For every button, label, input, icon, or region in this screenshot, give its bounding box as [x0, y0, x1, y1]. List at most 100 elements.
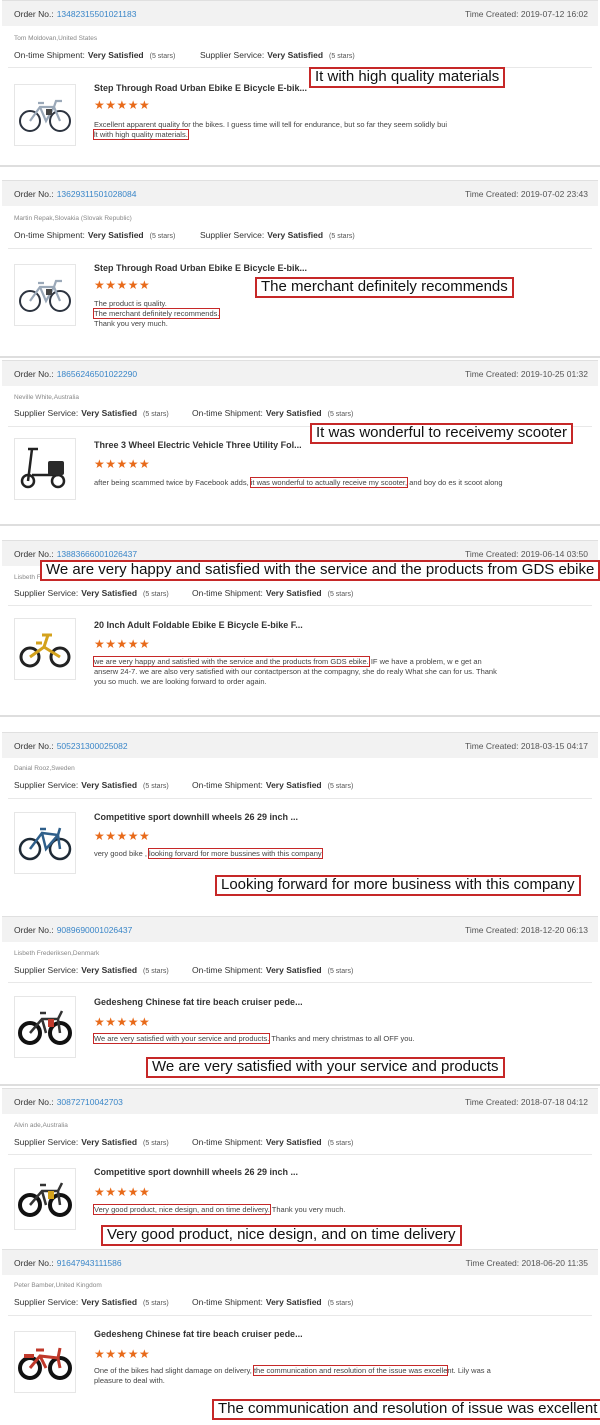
highlighted-text: looking forvard for more bussines with t… — [148, 848, 323, 859]
cruiser-bike-icon — [18, 1347, 72, 1380]
highlighted-text: Very good product, nice design, and on t… — [93, 1204, 271, 1215]
highlighted-text: The merchant definitely recommends. — [92, 308, 221, 319]
card-separator — [0, 165, 600, 167]
bicycle-icon — [19, 99, 71, 132]
order-number-link[interactable]: 13482315501021183 — [57, 9, 137, 19]
review-comment: We are very satisfied with your service … — [92, 1033, 415, 1044]
review-comment: after being scammed twice by Facebook ad… — [94, 477, 503, 488]
card-separator — [0, 524, 600, 526]
star-rating: ★★★★★ — [94, 98, 151, 112]
product-title-link[interactable]: Step Through Road Urban Ebike E Bicycle … — [94, 83, 307, 93]
time-created-label: Time Created: — [464, 741, 519, 751]
supplier-service-rating: Supplier Service: Very Satisfied (5 stars) — [14, 1137, 169, 1147]
product-thumbnail[interactable] — [14, 1331, 76, 1393]
highlighted-text: the communication and resolution of the … — [252, 1365, 449, 1376]
review-comment: One of the bikes had slight damage on de… — [94, 1365, 491, 1385]
divider — [8, 1315, 592, 1316]
review-card: Order No.: 9089690001026437 Time Created:… — [0, 916, 600, 1086]
review-comment: The product is quality. The merchant defi… — [92, 299, 221, 328]
product-title-link[interactable]: Competitive sport downhill wheels 26 29 … — [94, 812, 298, 822]
bicycle-icon — [19, 279, 71, 312]
order-header: Order No.: 9089690001026437 Time Created:… — [2, 916, 598, 942]
order-no-label: Order No.: — [14, 9, 54, 19]
supplier-service-rating: Supplier Service: Very Satisfied (5 stars) — [14, 780, 169, 790]
supplier-service-rating: Supplier Service: Very Satisfied (5 stars) — [14, 965, 169, 975]
scooter-icon — [20, 447, 66, 489]
product-thumbnail[interactable] — [14, 1168, 76, 1230]
reviewer-name: Neville White,Australia — [14, 394, 80, 401]
review-comment: Excellent apparent quality for the bikes… — [93, 120, 448, 140]
product-thumbnail[interactable] — [14, 996, 76, 1058]
callout-box: We are very satisfied with your service … — [146, 1057, 505, 1078]
order-no-label: Order No.: — [14, 189, 54, 199]
reviewer-name: Lisbeth Frederiksen,Denmark — [14, 950, 100, 957]
order-number-link[interactable]: 505231300025082 — [57, 741, 128, 751]
product-thumbnail[interactable] — [14, 618, 76, 680]
product-title-link[interactable]: 20 Inch Adult Foldable Ebike E Bicycle E… — [94, 620, 303, 630]
order-number-link[interactable]: 30872710042703 — [57, 1097, 123, 1107]
star-rating: ★★★★★ — [94, 457, 151, 471]
supplier-service-rating: Supplier Service: Very Satisfied (5 stars) — [200, 50, 355, 60]
supplier-service-rating: Supplier Service: Very Satisfied (5 stars) — [14, 408, 169, 418]
on-time-shipment-rating: On-time Shipment: Very Satisfied (5 stars) — [192, 1137, 354, 1147]
order-number-link[interactable]: 13629311501028084 — [57, 189, 137, 199]
order-number-link[interactable]: 9089690001026437 — [57, 925, 133, 935]
supplier-service-rating: Supplier Service: Very Satisfied (5 stars) — [14, 1297, 169, 1307]
callout-box: The merchant definitely recommends — [255, 277, 514, 298]
fat-tire-bike-icon — [18, 1010, 72, 1045]
highlighted-text: we are very happy and satisfied with the… — [93, 656, 370, 667]
order-no-label: Order No.: — [14, 549, 54, 559]
on-time-shipment-rating: On-time Shipment: Very Satisfied (5 stars) — [192, 1297, 354, 1307]
card-separator — [0, 1084, 600, 1086]
order-number-link[interactable]: 18656246501022290 — [57, 369, 137, 379]
review-card: Order No.: 91647943111586 Time Created: 2… — [0, 1249, 600, 1425]
review-comment: we are very happy and satisfied with the… — [93, 656, 497, 686]
order-no-label: Order No.: — [14, 1258, 54, 1268]
on-time-shipment-rating: On-time Shipment: Very Satisfied (5 stars) — [192, 588, 354, 598]
product-title-link[interactable]: Competitive sport downhill wheels 26 29 … — [94, 1167, 298, 1177]
time-created-label: Time Created: — [464, 369, 519, 379]
reviewer-name: Tom Moldovan,United States — [14, 35, 98, 42]
review-card: Order No.: 13482315501021183 Time Created… — [0, 0, 600, 168]
product-title-link[interactable]: Gedesheng Chinese fat tire beach cruiser… — [94, 997, 303, 1007]
product-thumbnail[interactable] — [14, 438, 76, 500]
order-header: Order No.: 18656246501022290 Time Created… — [2, 360, 598, 386]
order-no-label: Order No.: — [14, 741, 54, 751]
divider — [8, 605, 592, 606]
order-no-label: Order No.: — [14, 369, 54, 379]
time-created-label: Time Created: — [464, 1097, 519, 1107]
time-created-value: 2018-12-20 06:13 — [520, 925, 588, 935]
product-title-link[interactable]: Gedesheng Chinese fat tire beach cruiser… — [94, 1329, 303, 1339]
mountain-bike-icon — [18, 827, 72, 861]
divider — [8, 798, 592, 799]
highlighted-text: We are very satisfied with your service … — [92, 1033, 271, 1044]
order-header: Order No.: 505231300025082 Time Created: … — [2, 732, 598, 758]
time-created-value: 2019-07-02 23:43 — [520, 189, 588, 199]
time-created-label: Time Created: — [465, 1258, 520, 1268]
callout-box: It was wonderful to receivemy scooter — [310, 423, 573, 444]
time-created-value: 2019-10-25 01:32 — [520, 369, 588, 379]
on-time-shipment-rating: On-time Shipment: Very Satisfied (5 stars) — [14, 50, 176, 60]
product-thumbnail[interactable] — [14, 812, 76, 874]
highlighted-text: lt with high quality materials. — [93, 129, 189, 140]
product-thumbnail[interactable] — [14, 84, 76, 146]
product-title-link[interactable]: Step Through Road Urban Ebike E Bicycle … — [94, 263, 307, 273]
supplier-service-rating: Supplier Service: Very Satisfied (5 stars) — [200, 230, 355, 240]
order-number-link[interactable]: 13883666001026437 — [57, 549, 137, 559]
callout-box: Looking forward for more business with t… — [215, 875, 581, 896]
product-title-link[interactable]: Three 3 Wheel Electric Vehicle Three Uti… — [94, 440, 302, 450]
time-created-label: Time Created: — [464, 9, 519, 19]
reviewer-name: Peter Bamber,United Kingdom — [14, 1282, 102, 1289]
time-created-label: Time Created: — [464, 189, 519, 199]
card-separator — [0, 715, 600, 717]
callout-box: We are very happy and satisfied with the… — [40, 560, 600, 581]
review-card: Order No.: 13883666001026437 Time Created… — [0, 540, 600, 718]
time-created-label: Time Created: — [464, 549, 519, 559]
review-card: Order No.: 505231300025082 Time Created: … — [0, 732, 600, 912]
star-rating: ★★★★★ — [94, 829, 151, 843]
callout-box: It with high quality materials — [309, 67, 506, 88]
order-header: Order No.: 30872710042703 Time Created: 2… — [2, 1088, 598, 1114]
product-thumbnail[interactable] — [14, 264, 76, 326]
order-number-link[interactable]: 91647943111586 — [57, 1258, 122, 1268]
divider — [8, 1154, 592, 1155]
